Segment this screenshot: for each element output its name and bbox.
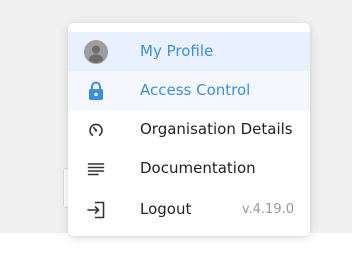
menu-item-label: Organisation Details bbox=[140, 120, 293, 138]
menu-item-organisation-details[interactable]: Organisation Details bbox=[68, 110, 310, 149]
document-lines-icon bbox=[84, 157, 108, 181]
menu-item-logout[interactable]: Logout v.4.19.0 bbox=[68, 190, 310, 229]
lock-icon bbox=[84, 79, 108, 103]
menu-item-label: My Profile bbox=[140, 42, 214, 60]
menu-item-label: Documentation bbox=[140, 159, 256, 177]
menu-item-label: Logout bbox=[140, 200, 192, 218]
menu-item-label: Access Control bbox=[140, 81, 251, 99]
menu-item-my-profile[interactable]: My Profile bbox=[68, 32, 310, 71]
avatar-icon bbox=[84, 40, 108, 64]
menu-item-documentation[interactable]: Documentation bbox=[68, 149, 310, 188]
logout-icon bbox=[84, 198, 108, 222]
app-version: v.4.19.0 bbox=[241, 202, 294, 217]
page-footer-area bbox=[0, 233, 352, 267]
menu-item-access-control[interactable]: Access Control bbox=[68, 71, 310, 110]
user-dropdown-menu: My Profile Access Control Organisation D… bbox=[68, 23, 310, 236]
gauge-icon bbox=[84, 118, 108, 142]
